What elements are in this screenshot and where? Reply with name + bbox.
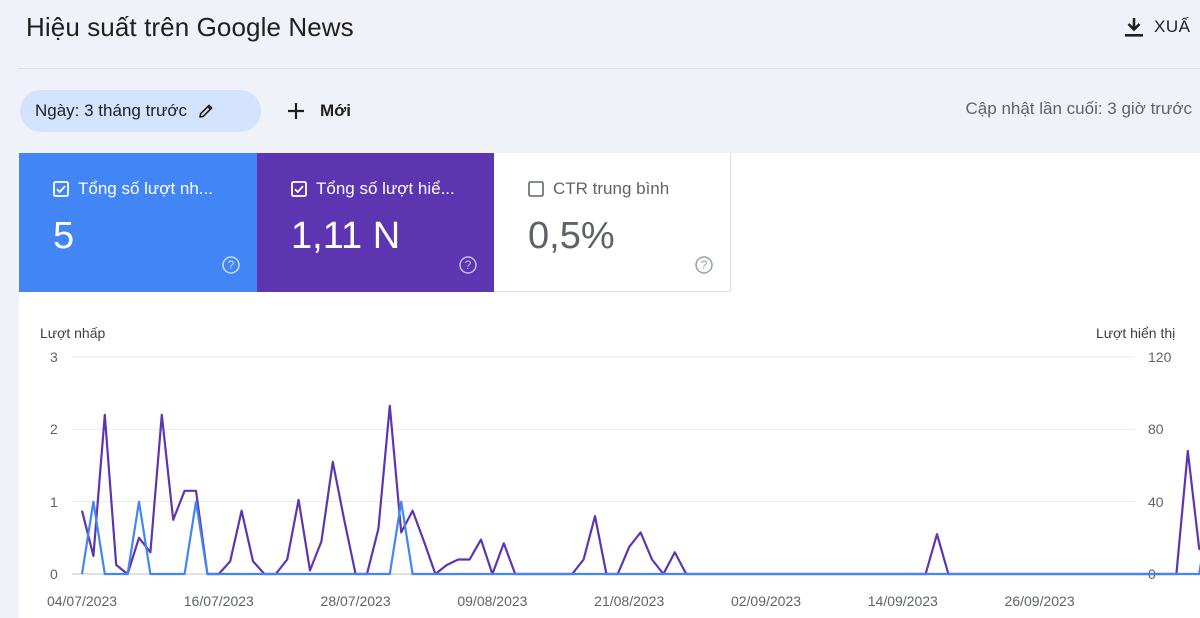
clicks-series-line[interactable]	[80, 500, 1200, 576]
header-divider	[18, 68, 1200, 69]
x-tick-label: 14/09/2023	[868, 593, 938, 609]
metric-average-ctr[interactable]: CTR trung bình 0,5% ?	[494, 153, 731, 292]
x-tick-label: 26/09/2023	[1005, 593, 1075, 609]
new-filter-button[interactable]: Mới	[286, 92, 351, 130]
help-icon[interactable]: ?	[459, 256, 477, 274]
export-button[interactable]: XUẤ	[1124, 12, 1190, 42]
checkbox-checked-icon[interactable]	[53, 181, 69, 197]
page-header: Hiệu suất trên Google News XUẤ	[0, 0, 1200, 68]
x-tick-label: 04/07/2023	[47, 593, 117, 609]
metric-clicks-label: Tổng số lượt nh...	[78, 179, 213, 198]
x-tick-label: 28/07/2023	[321, 593, 391, 609]
right-axis-title: Lượt hiển thị	[1096, 325, 1176, 341]
checkbox-checked-icon[interactable]	[291, 181, 307, 197]
chart-gridlines	[72, 356, 1135, 575]
page-title: Hiệu suất trên Google News	[26, 12, 354, 42]
svg-text:?: ?	[701, 258, 708, 272]
download-icon	[1125, 18, 1143, 37]
edit-pencil-icon	[199, 104, 213, 118]
plus-icon	[288, 103, 304, 119]
metric-impressions-label-row: Tổng số lượt hiể...	[291, 179, 455, 199]
left-axis-title: Lượt nhấp	[40, 325, 106, 341]
x-tick-label: 02/09/2023	[731, 593, 801, 609]
svg-text:?: ?	[228, 258, 235, 272]
x-tick-label: 16/07/2023	[184, 593, 254, 609]
performance-line-chart[interactable]: 04/07/2023 16/07/2023 28/07/2023 09/08/2023…	[0, 340, 1200, 618]
metric-impressions-label: Tổng số lượt hiể...	[316, 179, 455, 198]
new-filter-label: Mới	[320, 101, 351, 120]
metric-total-impressions[interactable]: Tổng số lượt hiể... 1,11 N ?	[257, 153, 494, 292]
metric-impressions-value: 1,11 N	[291, 215, 401, 257]
date-filter-chip[interactable]: Ngày: 3 tháng trước	[20, 90, 261, 132]
svg-text:?: ?	[465, 258, 472, 272]
x-tick-label: 09/08/2023	[457, 593, 527, 609]
last-updated-text: Cập nhật lần cuối: 3 giờ trước	[965, 99, 1192, 118]
metric-ctr-label: CTR trung bình	[553, 179, 670, 198]
impressions-series-line[interactable]	[80, 404, 1200, 576]
x-axis-labels: 04/07/2023 16/07/2023 28/07/2023 09/08/2023…	[47, 593, 1075, 609]
help-icon[interactable]: ?	[695, 256, 713, 274]
metric-total-clicks[interactable]: Tổng số lượt nh... 5 ?	[19, 153, 257, 292]
help-icon[interactable]: ?	[222, 256, 240, 274]
date-filter-label: Ngày: 3 tháng trước	[35, 101, 187, 120]
metric-clicks-label-row: Tổng số lượt nh...	[53, 179, 213, 199]
metric-clicks-value: 5	[53, 215, 75, 257]
export-label: XUẤ	[1154, 17, 1191, 36]
chart-series	[80, 404, 1200, 576]
checkbox-unchecked-icon[interactable]	[528, 181, 544, 197]
x-tick-label: 21/08/2023	[594, 593, 664, 609]
metric-ctr-label-row: CTR trung bình	[528, 179, 669, 199]
metric-ctr-value: 0,5%	[528, 215, 615, 257]
